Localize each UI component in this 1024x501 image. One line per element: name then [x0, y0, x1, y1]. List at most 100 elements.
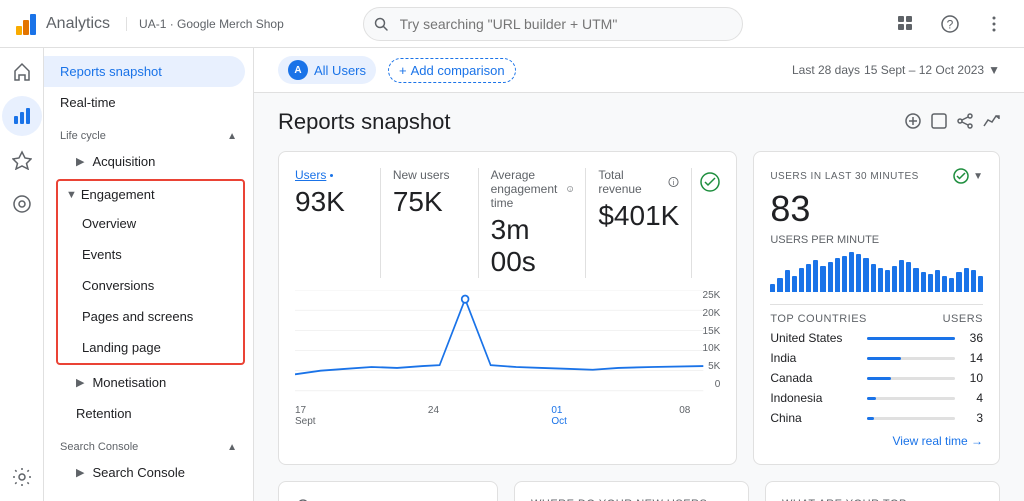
new-users-card: WHERE DO YOUR NEW USERS COME FROM? New u…: [514, 481, 749, 501]
realtime-count: 83: [770, 188, 983, 230]
country-name: India: [770, 351, 858, 365]
nav-landing-page[interactable]: Landing page: [58, 332, 243, 363]
country-name: Canada: [770, 371, 858, 385]
lifecycle-section: Life cycle ▲: [44, 118, 253, 146]
nav-search-console[interactable]: ▶ Search Console: [44, 457, 253, 488]
edit-button[interactable]: [930, 112, 948, 133]
mini-bar: [913, 268, 918, 292]
reports-content: Reports snapshot: [254, 93, 1024, 501]
view-realtime-link[interactable]: View real time →: [893, 434, 983, 448]
mini-bar: [820, 266, 825, 292]
country-name: Indonesia: [770, 391, 858, 405]
country-bar-wrap: [867, 397, 955, 400]
main-content: A All Users + Add comparison Last 28 day…: [254, 48, 1024, 501]
logo: Analytics: [12, 10, 110, 38]
metric-engagement-label[interactable]: Average engagement time i: [491, 168, 574, 210]
advertising-sidebar-btn[interactable]: [2, 184, 42, 224]
metric-users: Users 93K: [295, 168, 381, 278]
metric-revenue: Total revenue i $401K: [586, 168, 692, 278]
trend-button[interactable]: [982, 112, 1000, 133]
metrics-chart-card: Users 93K New users 75K Average engageme…: [278, 151, 737, 465]
realtime-options-btn[interactable]: ▼: [973, 171, 983, 182]
monetisation-label: Monetisation: [92, 375, 166, 390]
users-col-label: USERS: [943, 313, 983, 325]
nav-monetisation[interactable]: ▶ Monetisation: [44, 367, 253, 398]
chart-x-labels: 17Sept 24 01Oct 08: [295, 405, 720, 427]
metric-engagement-value: 3m 00s: [491, 214, 574, 278]
page-title-actions: [904, 112, 1000, 133]
country-row: India 14: [770, 351, 983, 365]
country-bar: [867, 357, 901, 360]
user-section: User ▲: [44, 488, 253, 501]
date-range[interactable]: Last 28 days 15 Sept – 12 Oct 2023 ▼: [792, 63, 1000, 77]
home-sidebar-btn[interactable]: [2, 52, 42, 92]
mini-bar: [828, 262, 833, 292]
mini-bar: [949, 278, 954, 292]
metric-new-users: New users 75K: [381, 168, 479, 278]
trend-icon: [982, 112, 1000, 130]
mini-bar: [835, 258, 840, 292]
metric-users-value: 93K: [295, 186, 368, 218]
bottom-cards: Insights WHERE DO YOUR NEW USERS COME FR…: [278, 481, 1000, 501]
mini-bar: [842, 256, 847, 292]
mini-bar: [813, 260, 818, 292]
mini-bar: [792, 276, 797, 292]
search-icon: [373, 16, 389, 32]
search-console-label: Search Console: [92, 465, 185, 480]
metric-revenue-label[interactable]: Total revenue i: [598, 168, 679, 196]
bookmark-button[interactable]: [904, 112, 922, 133]
apps-button[interactable]: [888, 6, 924, 42]
explore-sidebar-btn[interactable]: [2, 140, 42, 180]
top-countries-label: TOP COUNTRIES: [770, 313, 867, 325]
realtime-card: USERS IN LAST 30 MINUTES ▼ 83 USERS PER …: [753, 151, 1000, 465]
more-button[interactable]: [976, 6, 1012, 42]
events-label: Events: [82, 247, 122, 262]
settings-sidebar-btn[interactable]: [2, 457, 42, 497]
home-icon: [12, 62, 32, 82]
line-chart: [295, 290, 720, 400]
country-row: China 3: [770, 411, 983, 425]
nav-reports-snapshot[interactable]: Reports snapshot: [44, 56, 245, 87]
help-button[interactable]: ?: [932, 6, 968, 42]
chart-y-labels: 25K 20K 15K 10K 5K 0: [703, 290, 721, 390]
reports-sidebar-btn[interactable]: [2, 96, 42, 136]
metric-engagement: Average engagement time i 3m 00s: [479, 168, 587, 278]
country-name: China: [770, 411, 858, 425]
nav-retention[interactable]: Retention: [44, 398, 253, 429]
search-wrapper: [363, 7, 743, 41]
y-label-10k: 10K: [703, 343, 721, 354]
add-comparison-icon: +: [399, 63, 407, 78]
reports-icon: [12, 106, 32, 126]
engagement-header[interactable]: ▼ Engagement: [58, 181, 243, 208]
country-count: 4: [963, 391, 983, 405]
nav-pages-screens[interactable]: Pages and screens: [58, 301, 243, 332]
nav-conversions[interactable]: Conversions: [58, 270, 243, 301]
country-bar: [867, 337, 955, 340]
share-button[interactable]: [956, 112, 974, 133]
mini-bar: [935, 270, 940, 292]
search-bar-container: [363, 7, 743, 41]
nav-overview[interactable]: Overview: [58, 208, 243, 239]
country-count: 14: [963, 351, 983, 365]
country-bar: [867, 397, 877, 400]
more-icon: [992, 15, 996, 33]
mini-bar: [856, 254, 861, 292]
nav-realtime[interactable]: Real-time: [44, 87, 253, 118]
nav-acquisition[interactable]: ▶ Acquisition: [44, 146, 253, 177]
user-chip[interactable]: A All Users: [278, 56, 376, 84]
country-row: United States 36: [770, 331, 983, 345]
metric-new-users-label[interactable]: New users: [393, 168, 466, 182]
date-value: 15 Sept – 12 Oct 2023: [864, 63, 984, 77]
add-comparison-button[interactable]: + Add comparison: [388, 58, 516, 83]
mini-bar: [971, 270, 976, 292]
reports-snapshot-label: Reports snapshot: [60, 64, 162, 79]
nav-events[interactable]: Events: [58, 239, 243, 270]
search-input[interactable]: [363, 7, 743, 41]
mini-bar-chart: [770, 252, 983, 292]
overview-label: Overview: [82, 216, 136, 231]
mini-bar: [878, 268, 883, 292]
mini-bar: [921, 272, 926, 292]
metric-users-label[interactable]: Users: [295, 168, 368, 182]
monetisation-expand-icon: ▶: [76, 376, 84, 389]
x-label-4: 08: [679, 405, 690, 427]
